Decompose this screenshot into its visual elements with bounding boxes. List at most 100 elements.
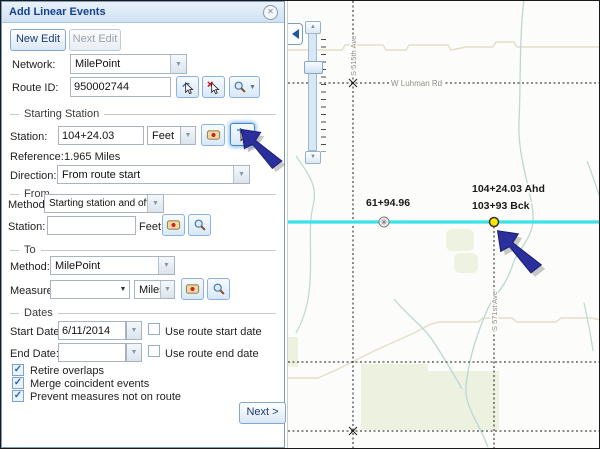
map-canvas[interactable]: W Luhman Rd S 515th Ave S 571st Ave 61+9… [287,1,600,448]
cursor-clear-icon [206,80,221,95]
road-label-vertical-left: S 515th Ave [349,36,358,76]
field-patch [454,253,478,273]
use-route-start-date-label: Use route start date [165,326,262,338]
reference-value: 1.965 Miles [64,151,120,163]
end-date-label: End Date: [10,348,59,360]
use-route-end-date-checkbox[interactable] [148,345,160,357]
station-input[interactable] [58,126,144,145]
chevron-down-icon[interactable]: ▼ [233,166,249,183]
panel-header: Add Linear Events ✕ [2,2,284,23]
end-date-picker-button[interactable]: ▼ [126,343,142,362]
merge-coincident-events-checkbox[interactable] [12,377,24,389]
route-id-input[interactable] [70,77,171,97]
station-digitize-icon [166,218,181,232]
station-units-select[interactable]: Feet [147,126,181,145]
chevron-down-icon[interactable]: ▼ [160,281,174,298]
section-line-top [288,42,600,50]
to-units-value: Miles [135,284,160,296]
station-units-arrow[interactable]: ▼ [181,126,196,145]
stream [296,156,314,333]
chevron-down-icon: ▼ [181,127,195,144]
chevron-down-icon[interactable]: ▼ [117,286,129,293]
clear-route-selection-button[interactable] [202,76,225,98]
station-digitize-button[interactable] [201,124,225,146]
zoom-slider-ticks [321,39,326,152]
to-measure-search-button[interactable] [207,278,230,300]
app-window: Add Linear Events ✕ New Edit Next Edit N… [0,0,600,449]
route-search-menu-button[interactable]: ▼ [229,76,260,98]
network-select[interactable]: MilePoint ▼ [70,54,187,74]
station-label-2-line1: 104+24.03 Ahd [472,183,545,195]
picked-station-marker [490,218,499,227]
pick-station-on-map-button[interactable] [230,123,255,146]
stream [587,161,600,197]
to-units-select[interactable]: Miles ▼ [134,280,175,299]
road-label-vertical-right: S 571st Ave [490,291,499,331]
field-patch [446,229,474,251]
to-method-value: MilePoint [51,260,158,272]
to-measure-combo[interactable]: ▼ [50,280,130,299]
to-measure-digitize-button[interactable] [181,278,204,300]
next-edit-button[interactable]: Next Edit [69,29,121,51]
section-line-bottom [288,318,600,378]
chevron-down-icon[interactable]: ▼ [170,55,186,73]
chevron-down-icon[interactable]: ▼ [147,195,163,212]
section-starting-station-label: Starting Station [24,108,99,120]
prevent-measures-label: Prevent measures not on route [30,391,181,403]
zoom-slider-track[interactable] [308,33,317,151]
collapse-panel-button[interactable] [288,23,303,45]
zoom-slider-thumb[interactable] [304,61,323,74]
zoom-out-button[interactable]: ▼ [305,151,321,164]
from-station-label: Station: [8,221,45,233]
close-icon[interactable]: ✕ [263,5,278,20]
cursor-select-icon [180,80,195,95]
network-label: Network: [12,59,55,71]
start-date-input[interactable] [58,321,126,340]
to-method-select[interactable]: MilePoint ▼ [50,256,175,275]
chevron-down-icon: ▼ [127,322,141,339]
next-button[interactable]: Next > [239,402,286,424]
station-reference-marker [379,217,389,227]
station-digitize-icon [185,282,200,296]
station-label-2-line2: 103+93 Bck [472,200,530,212]
road-label-horizontal: W Luhman Rd [391,79,442,88]
from-method-select[interactable]: Starting station and offset ▼ [44,194,164,213]
add-linear-events-panel: Add Linear Events ✕ New Edit Next Edit N… [1,1,285,448]
chevron-down-icon: ▼ [127,344,141,361]
select-route-on-map-button[interactable] [176,76,199,98]
chevron-down-icon: ▼ [249,84,256,91]
direction-value: From route start [58,169,233,181]
start-date-label: Start Date: [10,326,63,338]
retire-overlaps-checkbox[interactable] [12,364,24,376]
section-to: To [10,244,276,256]
network-value: MilePoint [71,58,170,70]
use-route-start-date-checkbox[interactable] [148,323,160,335]
route-id-label: Route ID: [12,82,58,94]
merge-coincident-events-label: Merge coincident events [30,378,149,390]
chevron-left-icon [292,29,299,39]
to-method-label: Method: [10,261,50,273]
station-digitize-icon [206,128,221,142]
from-method-label: Method: [8,199,48,211]
magnifier-icon [193,218,207,232]
reference-label: Reference: [10,151,64,163]
panel-title: Add Linear Events [2,6,263,18]
start-date-picker-button[interactable]: ▼ [126,321,142,340]
map-graphics: W Luhman Rd S 515th Ave S 571st Ave 61+9… [288,1,600,448]
magnifier-icon [233,80,247,94]
direction-select[interactable]: From route start ▼ [57,165,250,184]
new-edit-button[interactable]: New Edit [10,29,66,51]
to-measure-label: Measure: [10,285,56,297]
from-station-input[interactable] [47,216,136,235]
chevron-down-icon[interactable]: ▼ [158,257,174,274]
section-starting-station: Starting Station [10,108,276,120]
from-station-search-button[interactable] [188,214,211,236]
from-station-digitize-button[interactable] [162,214,185,236]
station-units-value: Feet [148,130,180,142]
end-date-input[interactable] [58,343,126,362]
prevent-measures-checkbox[interactable] [12,390,24,402]
stream [584,303,593,351]
field-patch [361,364,499,430]
section-dates: Dates [10,307,276,319]
from-method-value: Starting station and offset [45,198,147,209]
